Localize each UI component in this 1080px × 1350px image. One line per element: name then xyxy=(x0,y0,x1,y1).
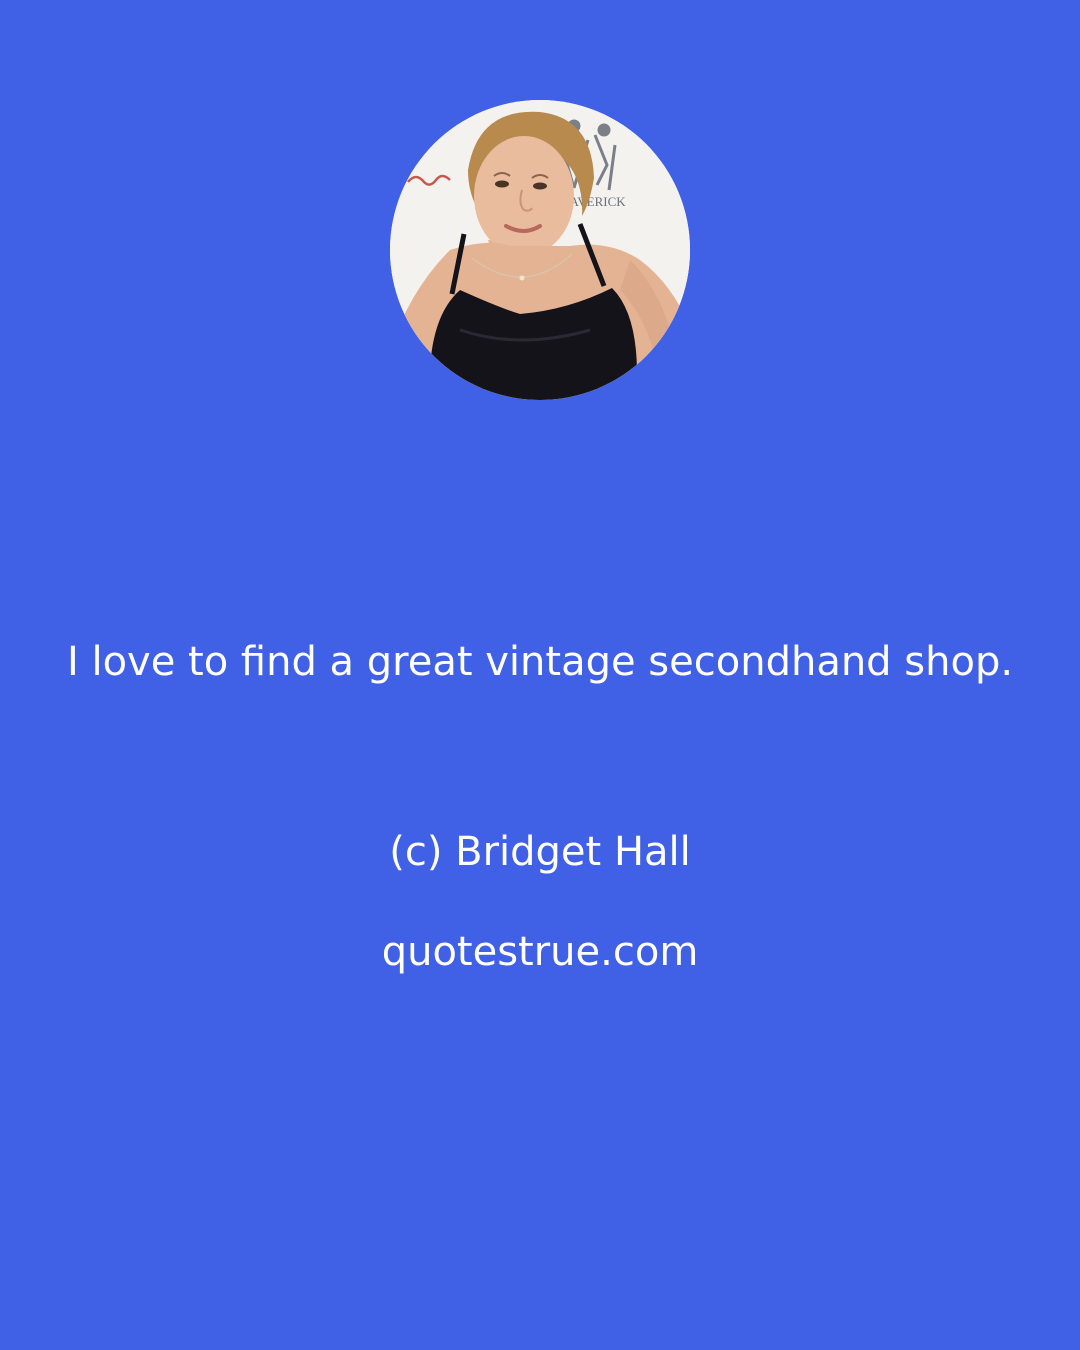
author-attribution: (c) Bridget Hall xyxy=(389,829,691,875)
author-portrait: MAVERICK xyxy=(390,100,690,400)
quote-text: I love to find a great vintage secondhan… xyxy=(66,639,1014,685)
portrait-photo: MAVERICK xyxy=(390,100,690,400)
site-watermark: quotestrue.com xyxy=(381,929,699,975)
